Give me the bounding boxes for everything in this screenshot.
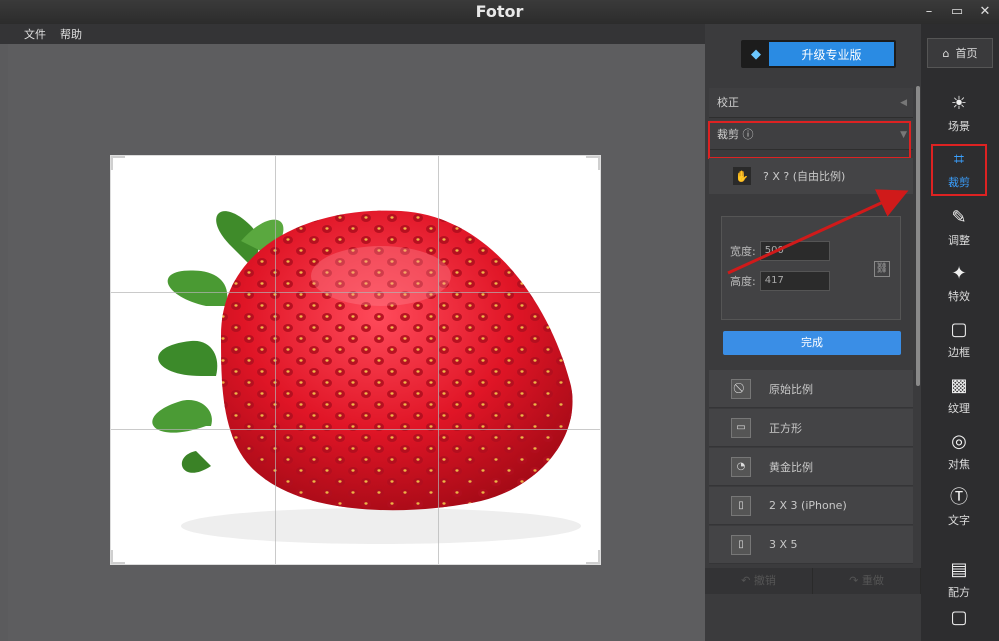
grid-line-horizontal-2	[111, 429, 600, 430]
window-controls: – ▭ ✕	[915, 0, 999, 24]
height-label: 高度:	[730, 275, 756, 288]
tool-more[interactable]: ▢	[931, 598, 987, 638]
width-label: 宽度:	[730, 245, 756, 258]
menu-file[interactable]: 文件	[24, 26, 46, 42]
panel-scrollbar[interactable]	[916, 86, 920, 386]
tool-border[interactable]: ▢ 边框	[931, 314, 987, 366]
tool-effects[interactable]: ✦ 特效	[931, 258, 987, 310]
upgrade-label: 升级专业版	[801, 47, 862, 62]
lock-ratio-icon[interactable]: ⛓	[874, 261, 890, 277]
crop-handle-bottom-right[interactable]	[586, 550, 600, 564]
crop-handle-bottom-left[interactable]	[111, 550, 125, 564]
crop-section-highlight	[708, 121, 911, 159]
preset-label: 正方形	[769, 421, 802, 435]
crop-handle-top-left[interactable]	[111, 156, 125, 170]
original-ratio-icon: ⃠	[731, 378, 751, 399]
portrait-ratio-icon: ▯	[731, 495, 751, 516]
height-row: 高度: 417	[730, 271, 830, 291]
fotor-window: Fotor – ▭ ✕ 文件 帮助 ◆ 升级专业版 校正 ◀ 裁剪 ⓘ ▼ ✋ …	[0, 0, 999, 641]
maximize-button[interactable]: ▭	[943, 0, 971, 24]
width-input[interactable]: 500	[759, 241, 830, 261]
effects-icon: ✦	[951, 263, 967, 284]
crop-icon: ⌗	[953, 149, 965, 170]
grid-line-horizontal-1	[111, 292, 600, 293]
free-ratio-option[interactable]: ✋ ? X ? (自由比例)	[709, 158, 913, 194]
adjust-icon: ✎	[951, 207, 967, 228]
close-button[interactable]: ✕	[971, 0, 999, 24]
tool-texture[interactable]: ▩ 纹理	[931, 370, 987, 422]
done-button[interactable]: 完成	[723, 331, 901, 355]
collapse-arrow-icon: ◀	[900, 98, 907, 108]
free-ratio-label: ? X ? (自由比例)	[763, 170, 846, 183]
hand-icon: ✋	[733, 167, 751, 185]
text-icon: Ⓣ	[950, 487, 968, 508]
strawberry-photo[interactable]	[110, 155, 601, 565]
section-correct[interactable]: 校正 ◀	[709, 88, 913, 118]
tool-label: 调整	[948, 234, 970, 247]
dimension-box: 宽度: 500 高度: 417 ⛓	[721, 216, 901, 320]
menu-bar: 文件 帮助	[0, 24, 705, 44]
tool-label: 裁剪	[948, 176, 970, 189]
preset-label: 黄金比例	[769, 460, 813, 474]
menu-help[interactable]: 帮助	[60, 26, 82, 42]
edit-panel: ◆ 升级专业版 校正 ◀ 裁剪 ⓘ ▼ ✋ ? X ? (自由比例) 宽度: 5…	[705, 24, 921, 641]
minimize-button[interactable]: –	[915, 0, 943, 24]
preset-original[interactable]: ⃠ 原始比例	[709, 370, 913, 408]
home-button[interactable]: ⌂ 首页	[927, 38, 993, 68]
home-icon: ⌂	[942, 46, 950, 60]
tool-label: 对焦	[948, 458, 970, 471]
preset-2x3[interactable]: ▯ 2 X 3 (iPhone)	[709, 487, 913, 525]
tool-crop[interactable]: ⌗ 裁剪	[931, 144, 987, 196]
grid-line-vertical-2	[438, 156, 439, 564]
tool-adjust[interactable]: ✎ 调整	[931, 202, 987, 254]
app-title: Fotor	[475, 2, 524, 21]
tool-column: ⌂ 首页 ☀ 场景 ⌗ 裁剪 ✎ 调整 ✦ 特效 ▢ 边框 ▩ 纹理 ◎ 对焦	[921, 24, 999, 641]
golden-ratio-icon: ◔	[731, 456, 751, 477]
upgrade-area: ◆ 升级专业版	[705, 38, 921, 74]
tool-label: 文字	[948, 514, 970, 527]
tool-focus[interactable]: ◎ 对焦	[931, 426, 987, 478]
texture-icon: ▩	[950, 375, 968, 396]
crop-handle-top-right[interactable]	[586, 156, 600, 170]
tool-label: 特效	[948, 290, 970, 303]
preset-label: 原始比例	[769, 382, 813, 396]
undo-button[interactable]: ↶ 撤销	[705, 568, 813, 594]
recipe-icon: ▤	[950, 559, 968, 580]
more-icon: ▢	[950, 607, 968, 628]
section-correct-label: 校正	[717, 96, 739, 109]
redo-button[interactable]: ↷ 重做	[813, 568, 921, 594]
preset-3x5[interactable]: ▯ 3 X 5	[709, 526, 913, 564]
preset-square[interactable]: ▭ 正方形	[709, 409, 913, 447]
tool-label: 纹理	[948, 402, 970, 415]
height-input[interactable]: 417	[759, 271, 830, 291]
focus-icon: ◎	[951, 431, 967, 452]
border-icon: ▢	[950, 319, 968, 340]
tool-scene[interactable]: ☀ 场景	[931, 88, 987, 140]
tool-label: 场景	[948, 120, 970, 133]
title-bar: Fotor – ▭ ✕	[0, 0, 999, 24]
square-icon: ▭	[731, 417, 751, 438]
scene-icon: ☀	[950, 93, 968, 114]
portrait-ratio-icon: ▯	[731, 534, 751, 555]
preset-golden[interactable]: ◔ 黄金比例	[709, 448, 913, 486]
diamond-icon: ◆	[743, 42, 769, 66]
home-label: 首页	[955, 47, 978, 60]
width-row: 宽度: 500	[730, 241, 830, 261]
grid-line-vertical-1	[275, 156, 276, 564]
preset-label: 3 X 5	[769, 538, 798, 551]
tool-text[interactable]: Ⓣ 文字	[931, 482, 987, 534]
preset-label: 2 X 3 (iPhone)	[769, 499, 847, 512]
undo-redo-bar: ↶ 撤销 ↷ 重做	[705, 568, 921, 594]
tool-label: 边框	[948, 346, 970, 359]
strawberry-image	[152, 210, 581, 544]
upgrade-button[interactable]: ◆ 升级专业版	[741, 40, 896, 68]
